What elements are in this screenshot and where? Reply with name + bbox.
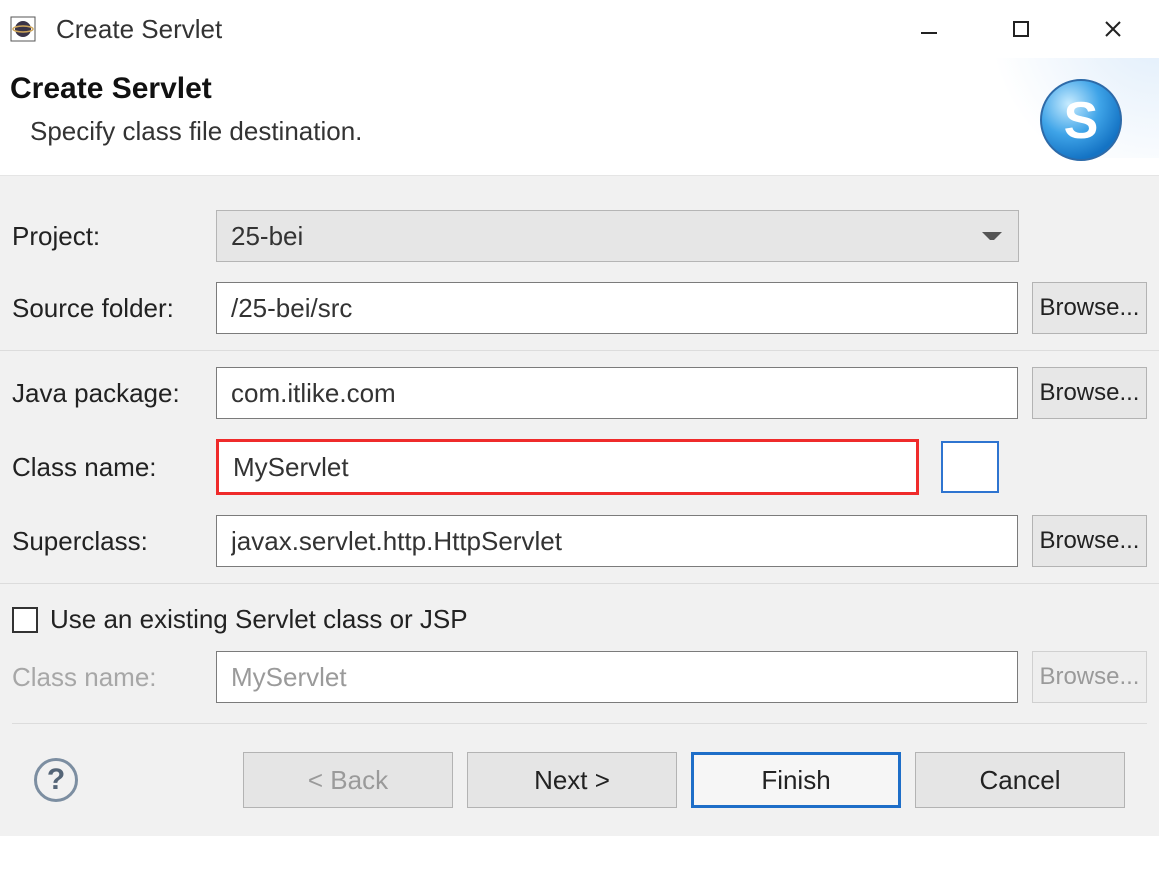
superclass-label: Superclass: — [12, 526, 202, 557]
cancel-button[interactable]: Cancel — [915, 752, 1125, 808]
maximize-button[interactable] — [975, 0, 1067, 58]
java-package-row: Java package: Browse... — [12, 357, 1147, 429]
eclipse-icon — [8, 14, 38, 44]
java-package-input[interactable] — [216, 367, 1018, 419]
superclass-input[interactable] — [216, 515, 1018, 567]
superclass-browse-button[interactable]: Browse... — [1032, 515, 1147, 567]
use-existing-row: Use an existing Servlet class or JSP — [12, 590, 1147, 641]
titlebar: Create Servlet — [0, 0, 1159, 58]
class-name-label: Class name: — [12, 452, 202, 483]
form-area: Project: 25-bei Source folder: Browse...… — [0, 176, 1159, 836]
window-controls — [883, 0, 1159, 58]
java-package-browse-button[interactable]: Browse... — [1032, 367, 1147, 419]
next-button[interactable]: Next > — [467, 752, 677, 808]
source-folder-label: Source folder: — [12, 293, 202, 324]
servlet-icon: S — [1037, 76, 1125, 164]
source-folder-browse-button[interactable]: Browse... — [1032, 282, 1147, 334]
wizard-subtitle: Specify class file destination. — [30, 116, 1149, 147]
class-name-input[interactable] — [219, 442, 916, 492]
wizard-heading: Create Servlet — [10, 72, 1149, 106]
existing-class-browse-button: Browse... — [1032, 651, 1147, 703]
close-button[interactable] — [1067, 0, 1159, 58]
finish-button[interactable]: Finish — [691, 752, 901, 808]
existing-class-name-label: Class name: — [12, 662, 202, 693]
class-name-focus-box — [941, 441, 999, 493]
use-existing-checkbox[interactable] — [12, 607, 38, 633]
use-existing-label: Use an existing Servlet class or JSP — [50, 604, 468, 635]
svg-text:S: S — [1064, 92, 1099, 150]
help-icon[interactable]: ? — [34, 758, 78, 802]
superclass-row: Superclass: Browse... — [12, 505, 1147, 577]
existing-class-name-input: MyServlet — [216, 651, 1018, 703]
project-select[interactable]: 25-bei — [216, 210, 1019, 262]
wizard-footer: ? < Back Next > Finish Cancel — [12, 724, 1147, 836]
class-name-highlight — [216, 439, 919, 495]
class-name-row: Class name: — [12, 429, 1147, 505]
source-folder-row: Source folder: Browse... — [12, 272, 1147, 344]
window-title: Create Servlet — [56, 14, 883, 45]
project-row: Project: 25-bei — [12, 200, 1147, 272]
source-folder-input[interactable] — [216, 282, 1018, 334]
minimize-button[interactable] — [883, 0, 975, 58]
project-label: Project: — [12, 221, 202, 252]
back-button: < Back — [243, 752, 453, 808]
wizard-banner: Create Servlet Specify class file destin… — [0, 58, 1159, 176]
existing-class-name-row: Class name: MyServlet Browse... — [12, 641, 1147, 713]
java-package-label: Java package: — [12, 378, 202, 409]
